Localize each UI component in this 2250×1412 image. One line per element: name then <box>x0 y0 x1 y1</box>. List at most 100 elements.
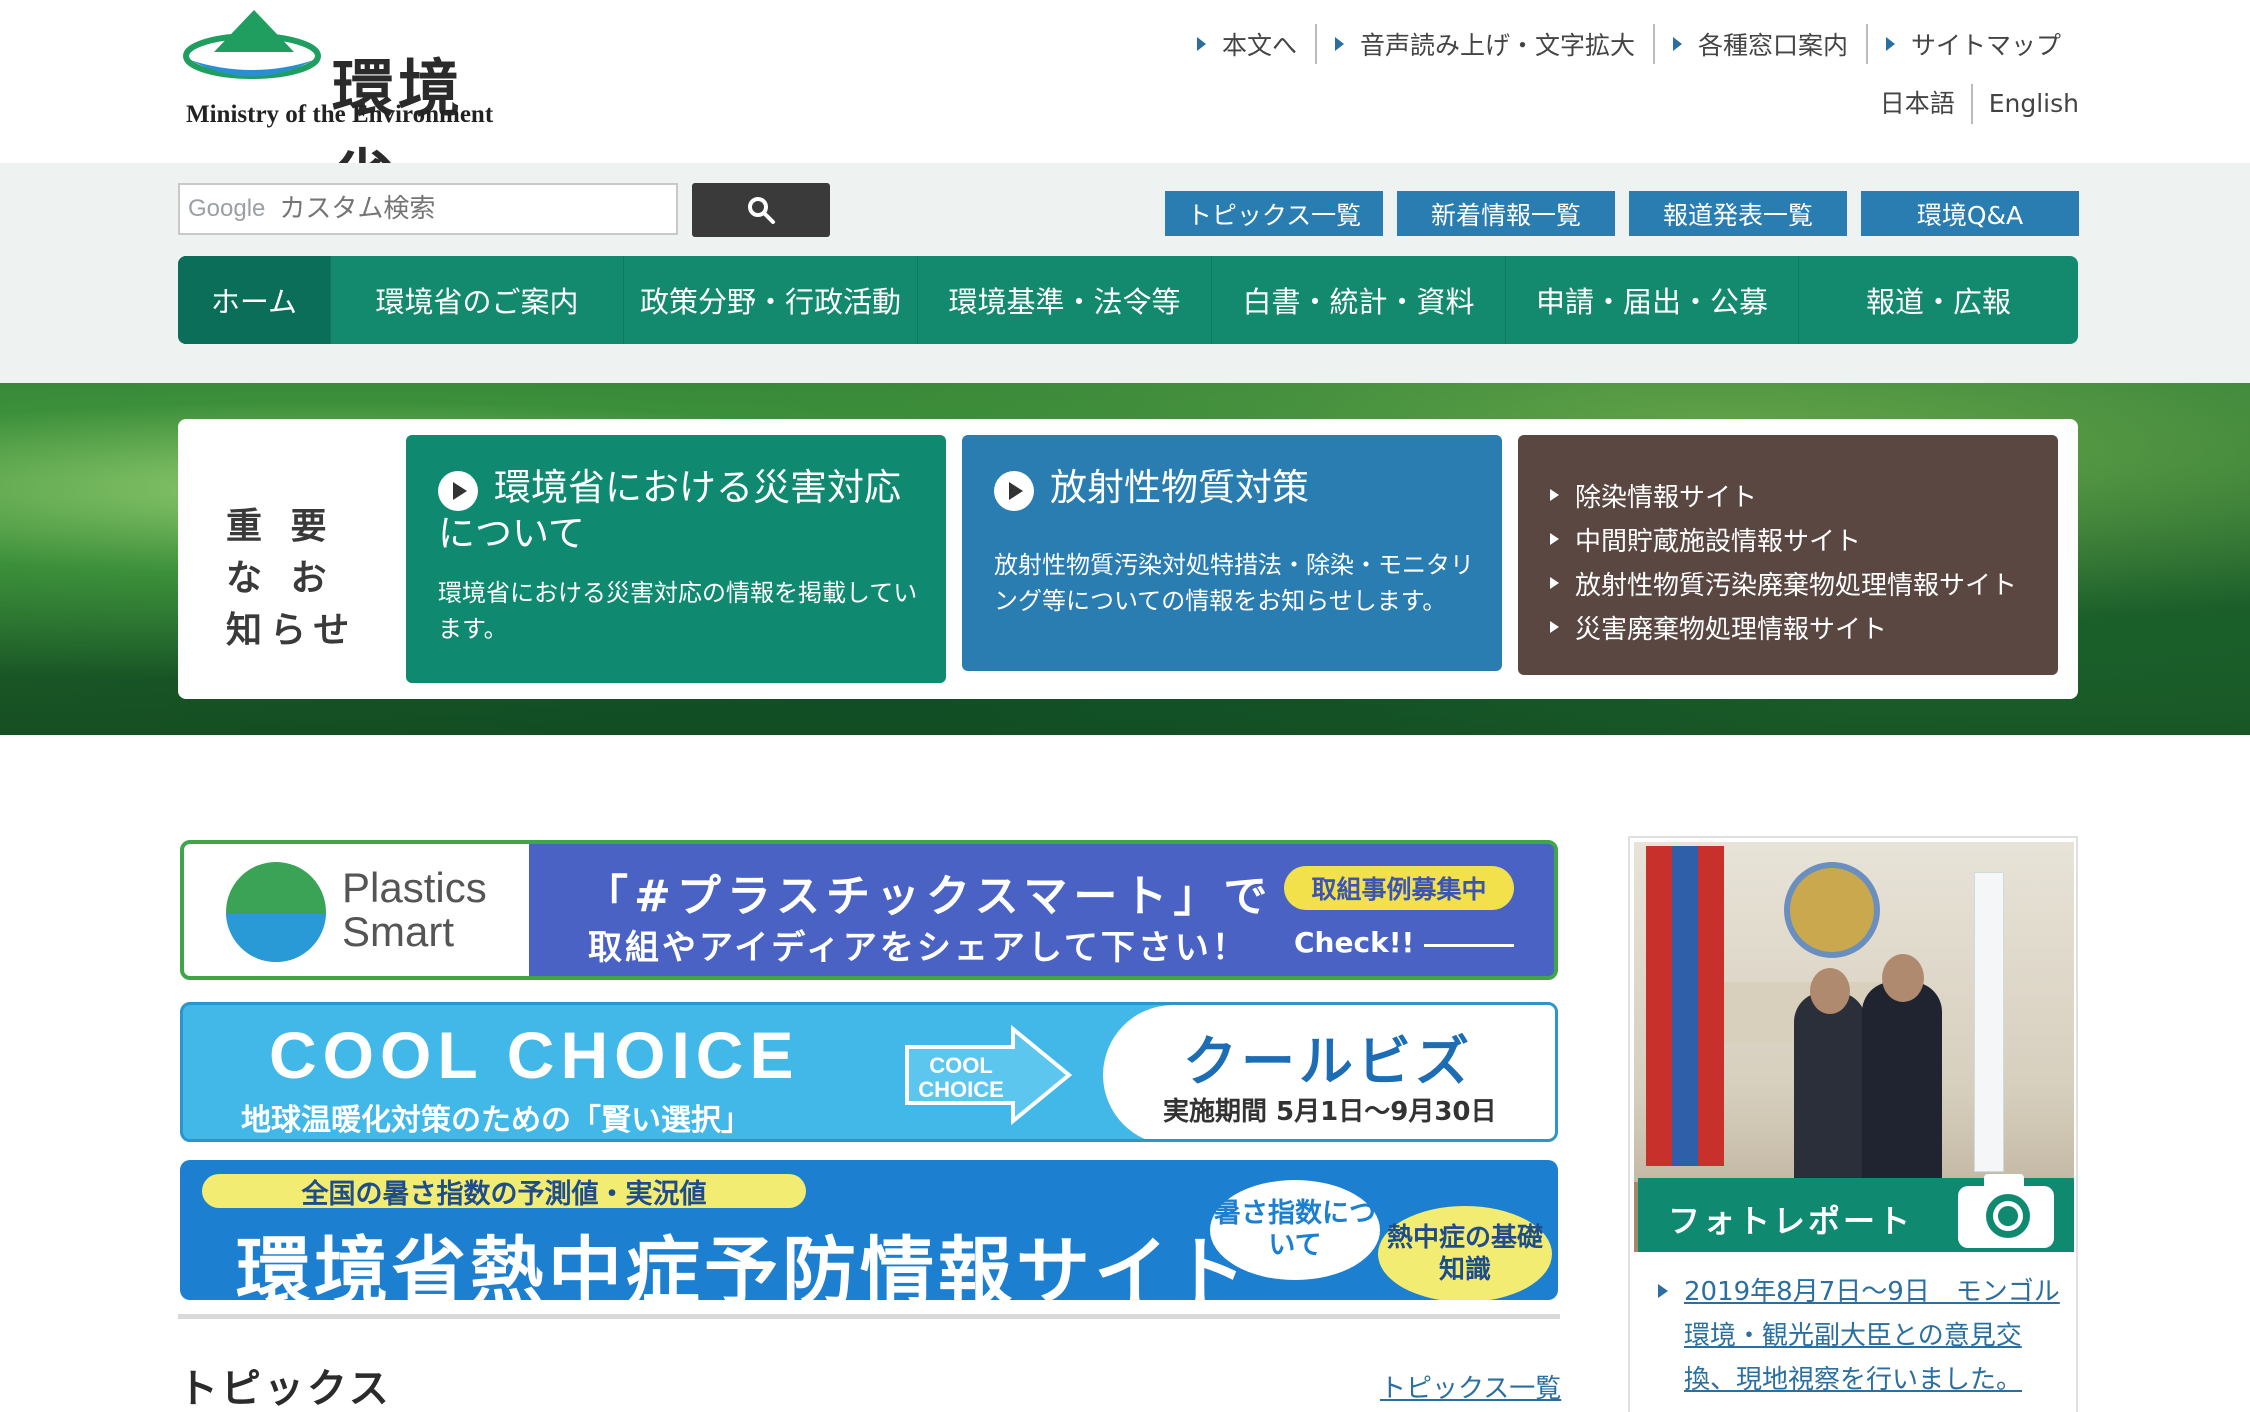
triangle-right-icon <box>1550 533 1559 545</box>
topics-heading: トピックス <box>178 1356 392 1412</box>
quick-link-qa[interactable]: 環境Q&A <box>1861 191 2079 236</box>
plastics-check: Check!! <box>1294 926 1415 959</box>
utility-link-label: サイトマップ <box>1910 31 2061 60</box>
notice-link-label: 中間貯蔵施設情報サイト <box>1575 526 1862 557</box>
notice-card-links: 除染情報サイト 中間貯蔵施設情報サイト 放射性物質汚染廃棄物処理情報サイト 災害… <box>1518 435 2058 675</box>
nav-item-home[interactable]: ホーム <box>178 256 330 344</box>
search-button[interactable] <box>692 183 830 237</box>
lang-japanese[interactable]: 日本語 <box>1864 84 1971 124</box>
notice-card-title: 放射性物質対策 <box>1050 466 1309 509</box>
topics-list-link[interactable]: トピックス一覧 <box>1380 1368 1561 1405</box>
cool-choice-arrow-text-1: COOL <box>929 1053 993 1078</box>
flag-stripe <box>1698 846 1724 1166</box>
arrow-right-icon <box>1424 944 1514 947</box>
photo-caption-bar: フォトレポート <box>1638 1174 2074 1252</box>
nav-item-whitepaper[interactable]: 白書・統計・資料 <box>1211 256 1505 344</box>
heatstroke-bubble-index: 暑さ指数について <box>1210 1180 1380 1280</box>
notice-card-disaster[interactable]: 環境省における災害対応について 環境省における災害対応の情報を掲載しています。 <box>406 435 946 683</box>
lang-english[interactable]: English <box>1970 84 2079 124</box>
banner-heatstroke[interactable]: 全国の暑さ指数の予測値・実況値 環境省熱中症予防情報サイト 暑さ指数について 熱… <box>180 1160 1558 1300</box>
plastics-headline: 「#プラスチックスマート」で <box>584 871 1274 922</box>
notice-card-desc: 放射性物質汚染対処特措法・除染・モニタリング等についての情報をお知らせします。 <box>994 551 1474 615</box>
quick-link-topics[interactable]: トピックス一覧 <box>1165 191 1383 236</box>
notice-link-decontamination[interactable]: 除染情報サイト <box>1550 473 2017 517</box>
person-head <box>1810 968 1850 1014</box>
notice-label: 重 要 な お知らせ <box>226 506 358 651</box>
search-nav-band: Google トピックス一覧 新着情報一覧 報道発表一覧 環境Q&A ホーム 環… <box>0 163 2250 383</box>
heatstroke-pill: 全国の暑さ指数の予測値・実況値 <box>202 1174 806 1210</box>
cool-biz-title: クールビズ <box>1183 1030 1473 1093</box>
google-label: Google <box>188 195 266 222</box>
nav-item-press[interactable]: 報道・広報 <box>1798 256 2078 344</box>
utility-link-label: 各種窓口案内 <box>1697 31 1848 60</box>
utility-link-main[interactable]: 本文へ <box>1179 24 1315 64</box>
utility-link-contact[interactable]: 各種窓口案内 <box>1652 24 1866 64</box>
heatstroke-bubble-basics: 熱中症の基礎知識 <box>1378 1206 1552 1300</box>
cool-biz-period: 実施期間 5月1日～9月30日 <box>1163 1097 1497 1127</box>
site-header: 環境省 Ministry of the Environment 本文へ 音声読み… <box>0 0 2250 215</box>
plastics-smart-logo-icon <box>226 862 326 962</box>
notice-card-title: 環境省における災害対応について <box>438 466 901 555</box>
notice-link-disaster-waste[interactable]: 災害廃棄物処理情報サイト <box>1550 605 2017 649</box>
search-box: Google <box>178 183 678 235</box>
nav-item-standards[interactable]: 環境基準・法令等 <box>917 256 1211 344</box>
photo-report: フォトレポート 2019年8月7日～9日 モンゴル環境・観光副大臣との意見交換、… <box>1628 836 2078 1412</box>
notice-link-waste[interactable]: 放射性物質汚染廃棄物処理情報サイト <box>1550 561 2017 605</box>
flag-stripe <box>1646 846 1672 1166</box>
nav-item-applications[interactable]: 申請・届出・公募 <box>1505 256 1798 344</box>
cool-choice-arrow-icon: COOL CHOICE <box>905 1025 1073 1125</box>
logo-mark-icon <box>183 10 321 79</box>
notice-link-label: 放射性物質汚染廃棄物処理情報サイト <box>1575 570 2018 601</box>
search-input[interactable] <box>279 194 640 224</box>
cool-choice-arrow-text-2: CHOICE <box>918 1077 1004 1102</box>
triangle-right-icon <box>1196 37 1206 51</box>
divider <box>178 1314 1560 1319</box>
quick-links: トピックス一覧 新着情報一覧 報道発表一覧 環境Q&A <box>1165 191 2079 236</box>
triangle-right-icon <box>1550 489 1559 501</box>
flag-white <box>1974 872 2004 1172</box>
banner-plastics-smart[interactable]: Plastics Smart 「#プラスチックスマート」で 取組やアイディアをシ… <box>180 840 1558 980</box>
utility-link-label: 音声読み上げ・文字拡大 <box>1359 31 1635 60</box>
cool-choice-subtitle: 地球温暖化対策のための「賢い選択」 <box>241 1103 751 1138</box>
photo-report-image[interactable]: フォトレポート <box>1634 842 2074 1252</box>
emblem-icon <box>1784 862 1880 958</box>
triangle-right-icon <box>1885 37 1895 51</box>
important-notices: 重 要 な お知らせ 環境省における災害対応について 環境省における災害対応の情… <box>178 419 2078 699</box>
search-icon <box>748 197 775 224</box>
notice-card-desc: 環境省における災害対応の情報を掲載しています。 <box>438 579 918 643</box>
banner-cool-choice[interactable]: COOL CHOICE 地球温暖化対策のための「賢い選択」 COOL CHOIC… <box>180 1002 1558 1142</box>
utility-link-label: 本文へ <box>1221 31 1297 60</box>
triangle-right-icon <box>1658 1284 1668 1298</box>
logo-subtitle: Ministry of the Environment <box>186 101 494 128</box>
notice-link-label: 災害廃棄物処理情報サイト <box>1575 614 1888 645</box>
triangle-right-icon <box>1550 577 1559 589</box>
quick-link-press[interactable]: 報道発表一覧 <box>1629 191 1847 236</box>
quick-link-news[interactable]: 新着情報一覧 <box>1397 191 1615 236</box>
photo-report-link[interactable]: 2019年8月7日～9日 モンゴル環境・観光副大臣との意見交換、現地視察を行いま… <box>1658 1270 2068 1402</box>
plastics-logo-line2: Smart <box>342 908 455 955</box>
triangle-right-icon <box>1334 37 1344 51</box>
plastics-logo-area: Plastics Smart <box>184 844 529 976</box>
person-head <box>1882 954 1924 1002</box>
nav-item-policy[interactable]: 政策分野・行政活動 <box>623 256 917 344</box>
notice-card-radiation[interactable]: 放射性物質対策 放射性物質汚染対処特措法・除染・モニタリング等についての情報をお… <box>962 435 1502 671</box>
camera-icon <box>1958 1174 2054 1248</box>
utility-link-sitemap[interactable]: サイトマップ <box>1865 24 2079 64</box>
plastics-badge: 取組事例募集中 <box>1284 866 1514 910</box>
photo-report-link-text: 2019年8月7日～9日 モンゴル環境・観光副大臣との意見交換、現地視察を行いま… <box>1684 1277 2060 1395</box>
notice-link-storage[interactable]: 中間貯蔵施設情報サイト <box>1550 517 2017 561</box>
notice-link-label: 除染情報サイト <box>1575 482 1758 513</box>
nav-item-about[interactable]: 環境省のご案内 <box>330 256 623 344</box>
photo-caption-text: フォトレポート <box>1668 1202 1914 1240</box>
notice-links-list: 除染情報サイト 中間貯蔵施設情報サイト 放射性物質汚染廃棄物処理情報サイト 災害… <box>1550 473 2017 649</box>
hero-background: 重 要 な お知らせ 環境省における災害対応について 環境省における災害対応の情… <box>0 383 2250 735</box>
triangle-right-icon <box>1550 621 1559 633</box>
utility-link-speech[interactable]: 音声読み上げ・文字拡大 <box>1314 24 1653 64</box>
plastics-logo-line1: Plastics <box>342 864 487 911</box>
language-switcher: 日本語 English <box>1864 84 2079 124</box>
triangle-right-icon <box>1672 37 1682 51</box>
site-logo[interactable]: 環境省 Ministry of the Environment <box>182 8 522 215</box>
cool-choice-title: COOL CHOICE <box>269 1018 800 1092</box>
plastics-subline: 取組やアイディアをシェアして下さい！ <box>588 928 1249 968</box>
heatstroke-title: 環境省熱中症予防情報サイト <box>236 1229 1250 1300</box>
